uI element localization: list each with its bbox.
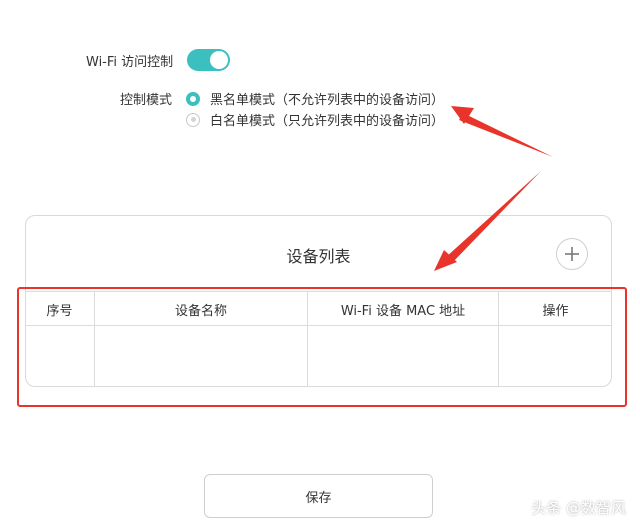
add-device-button[interactable]: [556, 238, 588, 270]
device-list-title: 设备列表: [286, 247, 351, 266]
toggle-knob: [210, 51, 228, 69]
radio-blacklist-mode[interactable]: 黑名单模式（不允许列表中的设备访问）: [186, 89, 444, 108]
radio-blacklist-label: 黑名单模式（不允许列表中的设备访问）: [210, 93, 445, 108]
access-control-toggle[interactable]: [187, 49, 230, 71]
radio-unselected-icon: [186, 112, 200, 127]
radio-selected-icon: [186, 91, 200, 106]
annotation-arrow-shaft: [459, 113, 553, 157]
radio-whitelist-label: 白名单模式（只允许列表中的设备访问）: [210, 114, 445, 129]
control-mode-label: 控制模式: [120, 93, 173, 108]
plus-icon: [565, 247, 579, 261]
radio-whitelist-mode[interactable]: 白名单模式（只允许列表中的设备访问）: [186, 110, 444, 129]
annotation-highlight-box: [17, 287, 627, 407]
save-button[interactable]: 保存: [204, 474, 433, 518]
watermark: 头条 @数智风: [531, 499, 626, 517]
annotation-arrowhead: [451, 106, 474, 124]
access-control-label: Wi-Fi 访问控制: [86, 55, 174, 70]
